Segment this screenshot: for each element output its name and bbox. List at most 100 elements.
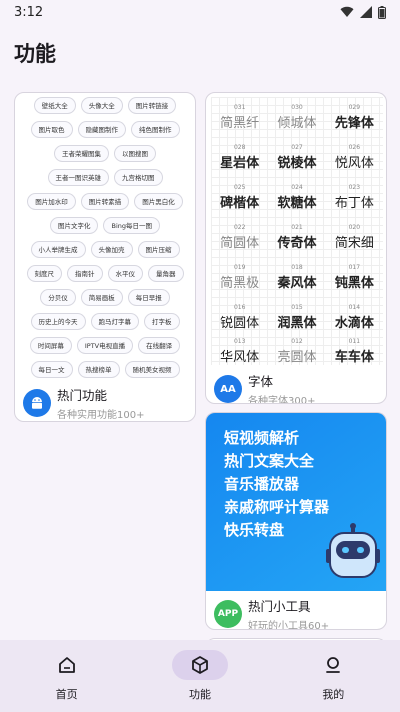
- font-number: 013: [233, 338, 246, 345]
- tool-line: 音乐播放器: [224, 475, 300, 493]
- robot-icon: [326, 523, 380, 578]
- page-title: 功能: [14, 42, 56, 66]
- feature-chip[interactable]: Bing每日一图: [103, 217, 160, 234]
- feature-chip[interactable]: 图片转素描: [80, 193, 130, 210]
- feature-chip[interactable]: 图片黑白化: [134, 193, 183, 210]
- feature-chip[interactable]: 跑马灯字幕: [90, 313, 139, 330]
- font-name: 倾城体: [277, 115, 317, 131]
- tool-line: 亲戚称呼计算器: [224, 498, 330, 516]
- font-cell[interactable]: 028 星岩体: [211, 137, 268, 177]
- font-cell[interactable]: 013 华风体: [211, 338, 268, 365]
- status-icons: [340, 5, 386, 19]
- font-cell[interactable]: 020 简宋细: [326, 218, 383, 258]
- font-name: 亮圆体: [277, 350, 317, 365]
- font-cell[interactable]: 014 水滴体: [326, 298, 383, 338]
- nav-item-features[interactable]: 功能: [160, 650, 240, 702]
- font-cell[interactable]: 027 锐棱体: [268, 137, 325, 177]
- font-number: 016: [233, 304, 246, 312]
- fonts-card[interactable]: 031 简黑纤 030 倾城体 029 先锋体 028 星岩体 027 锐棱体 026 悦风体 025 碑…: [205, 92, 387, 404]
- font-cell[interactable]: 012 亮圆体: [268, 338, 325, 365]
- nav-item-mine[interactable]: 我的: [293, 650, 373, 702]
- font-cell[interactable]: 011 车车体: [326, 338, 383, 365]
- fonts-title: 字体: [248, 374, 274, 389]
- feature-chip[interactable]: 图片压缩: [137, 241, 180, 258]
- font-cell[interactable]: 029 先锋体: [326, 97, 383, 137]
- tools-footer: APP 热门小工具 好玩的小工具60+: [214, 596, 380, 629]
- feature-chip[interactable]: 王者一图识英雄: [47, 169, 109, 186]
- feature-chip[interactable]: 隐藏图制作: [77, 121, 126, 138]
- app-badge-icon: APP: [214, 600, 242, 628]
- feature-chip[interactable]: 以图搜图: [114, 145, 156, 162]
- feature-chip[interactable]: 简易画板: [80, 289, 123, 306]
- feature-chip[interactable]: 小人举牌生成: [30, 241, 86, 258]
- font-cell[interactable]: 015 润黑体: [268, 298, 325, 338]
- feature-chip[interactable]: 图片加水印: [27, 193, 76, 210]
- font-name: 简黑纤: [220, 115, 260, 131]
- font-number: 027: [291, 143, 303, 151]
- font-number: 014: [348, 304, 361, 312]
- feature-chip[interactable]: 头像加壳: [90, 241, 133, 258]
- feature-chip[interactable]: 指南针: [67, 265, 103, 282]
- feature-chip[interactable]: 图片文字化: [49, 217, 99, 234]
- feature-chip[interactable]: 刻度尺: [26, 265, 62, 282]
- feature-chip[interactable]: 每日早报: [127, 289, 170, 306]
- font-name: 秦风体: [277, 276, 317, 292]
- font-name: 钝黑体: [334, 276, 374, 292]
- feature-chip[interactable]: 王者荣耀图集: [54, 145, 109, 162]
- font-cell[interactable]: 023 布丁体: [326, 177, 383, 217]
- feature-chip[interactable]: 分贝仪: [40, 289, 76, 306]
- font-number: 030: [291, 103, 303, 111]
- feature-chip[interactable]: 壁纸大全: [33, 97, 76, 114]
- feature-chip[interactable]: 头像大全: [80, 97, 123, 114]
- feature-chip[interactable]: 在线翻译: [138, 337, 181, 354]
- font-name: 锐棱体: [277, 155, 317, 171]
- font-cell[interactable]: 017 钝黑体: [326, 258, 383, 298]
- nav-label-mine: 我的: [322, 688, 345, 701]
- feature-chip[interactable]: 水平仪: [107, 265, 143, 282]
- font-name: 车车体: [334, 350, 374, 365]
- feature-chip[interactable]: 图片取色: [30, 121, 73, 138]
- tools-title: 热门小工具: [248, 599, 311, 614]
- font-number: 012: [291, 338, 303, 345]
- font-number: 026: [348, 143, 361, 151]
- font-cell[interactable]: 025 碑楷体: [211, 177, 268, 217]
- font-name: 布丁体: [334, 195, 374, 211]
- font-number: 019: [233, 264, 246, 272]
- font-name: 星岩体: [220, 155, 260, 171]
- feature-chip[interactable]: 时间屏幕: [29, 337, 72, 354]
- font-cell[interactable]: 026 悦风体: [326, 137, 383, 177]
- feature-chip[interactable]: 热搜榜单: [77, 361, 120, 378]
- nav-label-home: 首页: [55, 688, 78, 701]
- tools-card[interactable]: 短视频解析 热门文案大全 音乐播放器 亲戚称呼计算器 快乐转盘 APP 热门小工具 好玩…: [205, 412, 387, 630]
- font-name: 先锋体: [334, 115, 374, 131]
- font-cell[interactable]: 021 传奇体: [268, 218, 325, 258]
- nav-item-home[interactable]: 首页: [27, 650, 107, 702]
- font-cell[interactable]: 016 锐圆体: [211, 298, 268, 338]
- tools-banner: 短视频解析 热门文案大全 音乐播放器 亲戚称呼计算器 快乐转盘: [206, 413, 386, 591]
- font-number: 021: [291, 224, 303, 232]
- font-cell[interactable]: 030 倾城体: [268, 97, 325, 137]
- font-name: 悦风体: [334, 155, 374, 171]
- feature-chip[interactable]: 量角器: [148, 265, 184, 282]
- font-number: 018: [291, 264, 303, 272]
- feature-chip[interactable]: 图片转链接: [127, 97, 177, 114]
- font-cell[interactable]: 019 简黑极: [211, 258, 268, 298]
- feature-chip[interactable]: 打字板: [144, 313, 180, 330]
- feature-chip[interactable]: 每日一文: [30, 361, 73, 378]
- feature-chip[interactable]: 随机美女视频: [124, 361, 180, 378]
- wifi-icon: [340, 6, 354, 18]
- hot-features-card[interactable]: 壁纸大全 头像大全 图片转链接图片取色 隐藏图制作 纯色图制作王者荣耀图集 以图搜图 王者一…: [14, 92, 196, 422]
- feature-chip[interactable]: 九宫格切图: [114, 169, 163, 186]
- font-cell[interactable]: 018 秦风体: [268, 258, 325, 298]
- font-number: 029: [348, 103, 361, 111]
- hot-features-title: 热门功能: [57, 388, 108, 403]
- font-cell[interactable]: 022 简圆体: [211, 218, 268, 258]
- font-cell[interactable]: 024 软糖体: [268, 177, 325, 217]
- font-number: 015: [291, 304, 303, 312]
- font-cell[interactable]: 031 简黑纤: [211, 97, 268, 137]
- font-name: 简圆体: [220, 236, 260, 252]
- feature-chip[interactable]: 历史上的今天: [30, 313, 86, 330]
- feature-chip[interactable]: 纯色图制作: [131, 121, 180, 138]
- feature-chip[interactable]: IPTV电视直播: [76, 337, 134, 354]
- font-name: 水滴体: [334, 316, 374, 332]
